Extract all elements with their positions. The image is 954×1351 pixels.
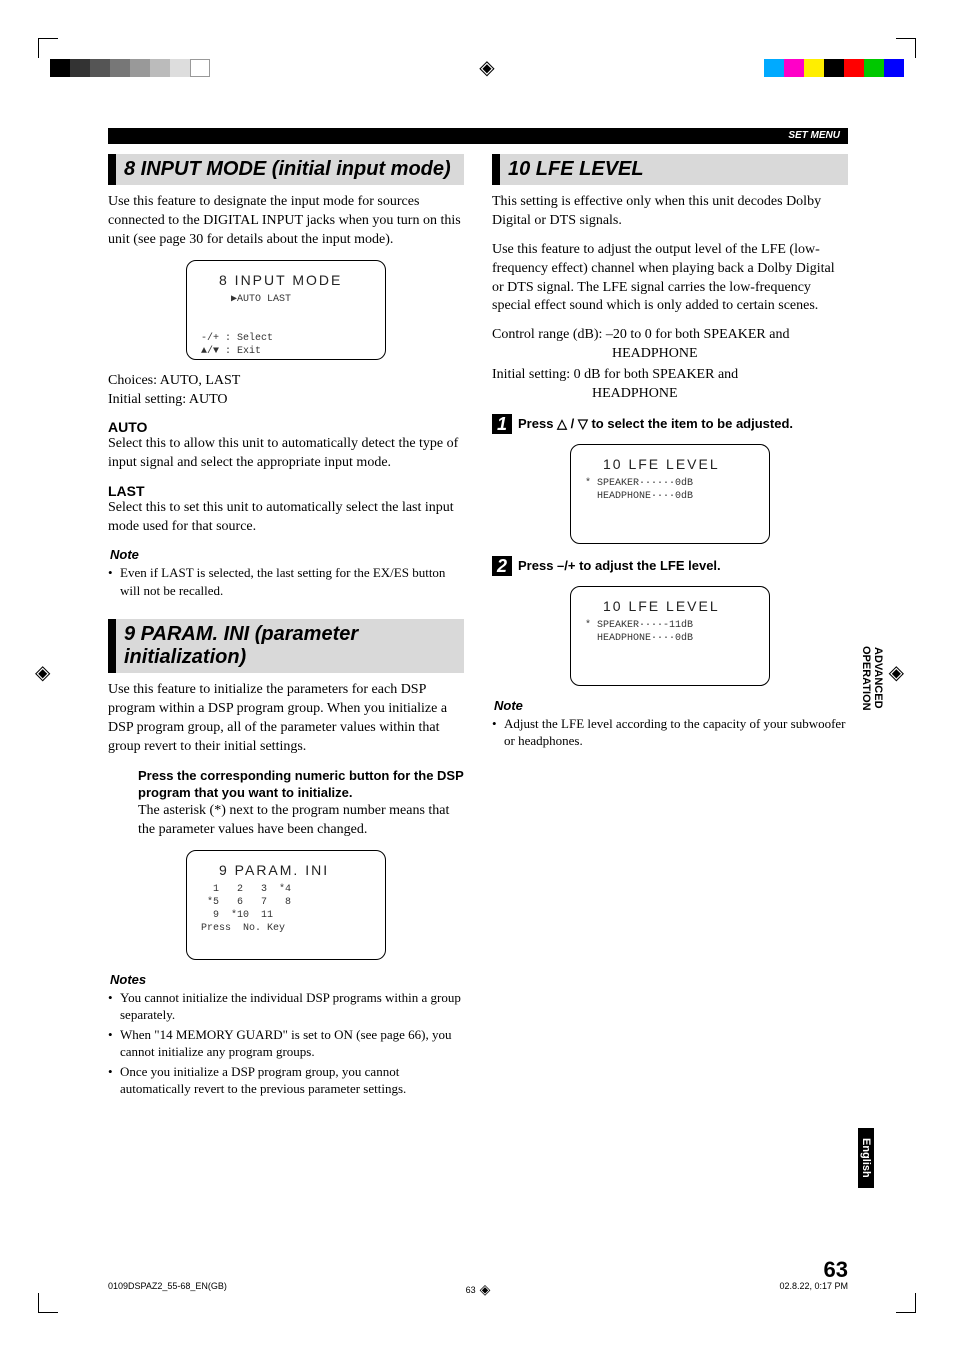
auto-heading: AUTO [108,419,464,435]
initial-setting-val: HEADPHONE [592,385,848,404]
lcd-title: 8 INPUT MODE [201,271,371,289]
choices-line: Choices: AUTO, LAST [108,372,464,391]
lcd-title: 9 PARAM. INI [201,861,371,879]
step-number-icon: 2 [492,556,512,576]
left-column: 8 INPUT MODE (initial input mode) Use th… [108,154,464,1100]
crop-marks: ◈ [50,55,904,80]
note-item: Even if LAST is selected, the last setti… [108,564,464,599]
section-header-bar: SET MENU [108,128,848,144]
step-bold: Press the corresponding numeric button f… [138,767,464,802]
registration-mark-left-icon: ◈ [35,660,50,685]
lcd-body: ▶AUTO LAST -/+ : Select ▲/▼ : Exit [201,293,371,358]
p1: This setting is effective only when this… [492,193,848,231]
p2: Use this feature to adjust the output le… [492,241,848,317]
cmyk-swatches [764,59,904,77]
notes-heading: Notes [110,972,464,987]
last-body: Select this to set this unit to automati… [108,499,464,537]
footer: 0109DSPAZ2_55-68_EN(GB) 63 ◈ 02.8.22, 0:… [108,1281,848,1291]
step-2-text: Press –/+ to adjust the LFE level. [518,556,721,575]
registration-mark-icon: ◈ [479,55,494,80]
lcd-body: 1 2 3 *4 *5 6 7 8 9 *10 11 Press No. Key [201,883,371,935]
control-range-val: HEADPHONE [612,345,848,364]
gray-swatches [50,59,210,77]
lcd-lfe-2: 10 LFE LEVEL * SPEAKER····-11dB HEADPHON… [570,586,770,686]
page-number: 63 [824,1257,848,1283]
page-content: SET MENU 8 INPUT MODE (initial input mod… [108,128,848,1283]
lcd-title: 10 LFE LEVEL [585,597,755,615]
last-heading: LAST [108,483,464,499]
step-1: 1 Press △ / ▽ to select the item to be a… [492,414,848,434]
footer-page: 63 [466,1285,476,1295]
section-8-intro: Use this feature to designate the input … [108,193,464,250]
section-8-title: 8 INPUT MODE (initial input mode) [108,154,464,185]
auto-body: Select this to allow this unit to automa… [108,435,464,473]
note-item: Once you initialize a DSP program group,… [108,1063,464,1098]
tab-advanced-operation: ADVANCED OPERATION [858,623,886,733]
right-column: 10 LFE LEVEL This setting is effective o… [492,154,848,1100]
note-item: When "14 MEMORY GUARD" is set to ON (see… [108,1026,464,1061]
lcd-body: * SPEAKER······0dB HEADPHONE····0dB [585,477,755,503]
note-item: Adjust the LFE level according to the ca… [492,715,848,750]
footer-left: 0109DSPAZ2_55-68_EN(GB) [108,1281,227,1291]
note-item: You cannot initialize the individual DSP… [108,989,464,1024]
initial-setting: Initial setting: 0 dB for both SPEAKER a… [492,366,848,385]
step-body: The asterisk (*) next to the program num… [138,802,464,840]
step-2: 2 Press –/+ to adjust the LFE level. [492,556,848,576]
initial-line: Initial setting: AUTO [108,391,464,410]
lcd-param-ini: 9 PARAM. INI 1 2 3 *4 *5 6 7 8 9 *10 11 … [186,850,386,960]
lcd-lfe-1: 10 LFE LEVEL * SPEAKER······0dB HEADPHON… [570,444,770,544]
footer-right: 02.8.22, 0:17 PM [779,1281,848,1291]
step-1-text: Press △ / ▽ to select the item to be adj… [518,414,793,433]
section-10-title: 10 LFE LEVEL [492,154,848,185]
note-heading: Note [110,547,464,562]
lcd-input-mode: 8 INPUT MODE ▶AUTO LAST -/+ : Select ▲/▼… [186,260,386,360]
lcd-body: * SPEAKER····-11dB HEADPHONE····0dB [585,619,755,645]
side-tabs: ADVANCED OPERATION English [858,623,898,1188]
section-9-intro: Use this feature to initialize the param… [108,681,464,757]
section-9-title: 9 PARAM. INI (parameter initialization) [108,619,464,673]
step-number-icon: 1 [492,414,512,434]
control-range: Control range (dB): –20 to 0 for both SP… [492,326,848,345]
tab-english: English [858,1128,874,1188]
note-heading: Note [494,698,848,713]
lcd-title: 10 LFE LEVEL [585,455,755,473]
registration-mark-footer-icon: ◈ [480,1281,491,1298]
